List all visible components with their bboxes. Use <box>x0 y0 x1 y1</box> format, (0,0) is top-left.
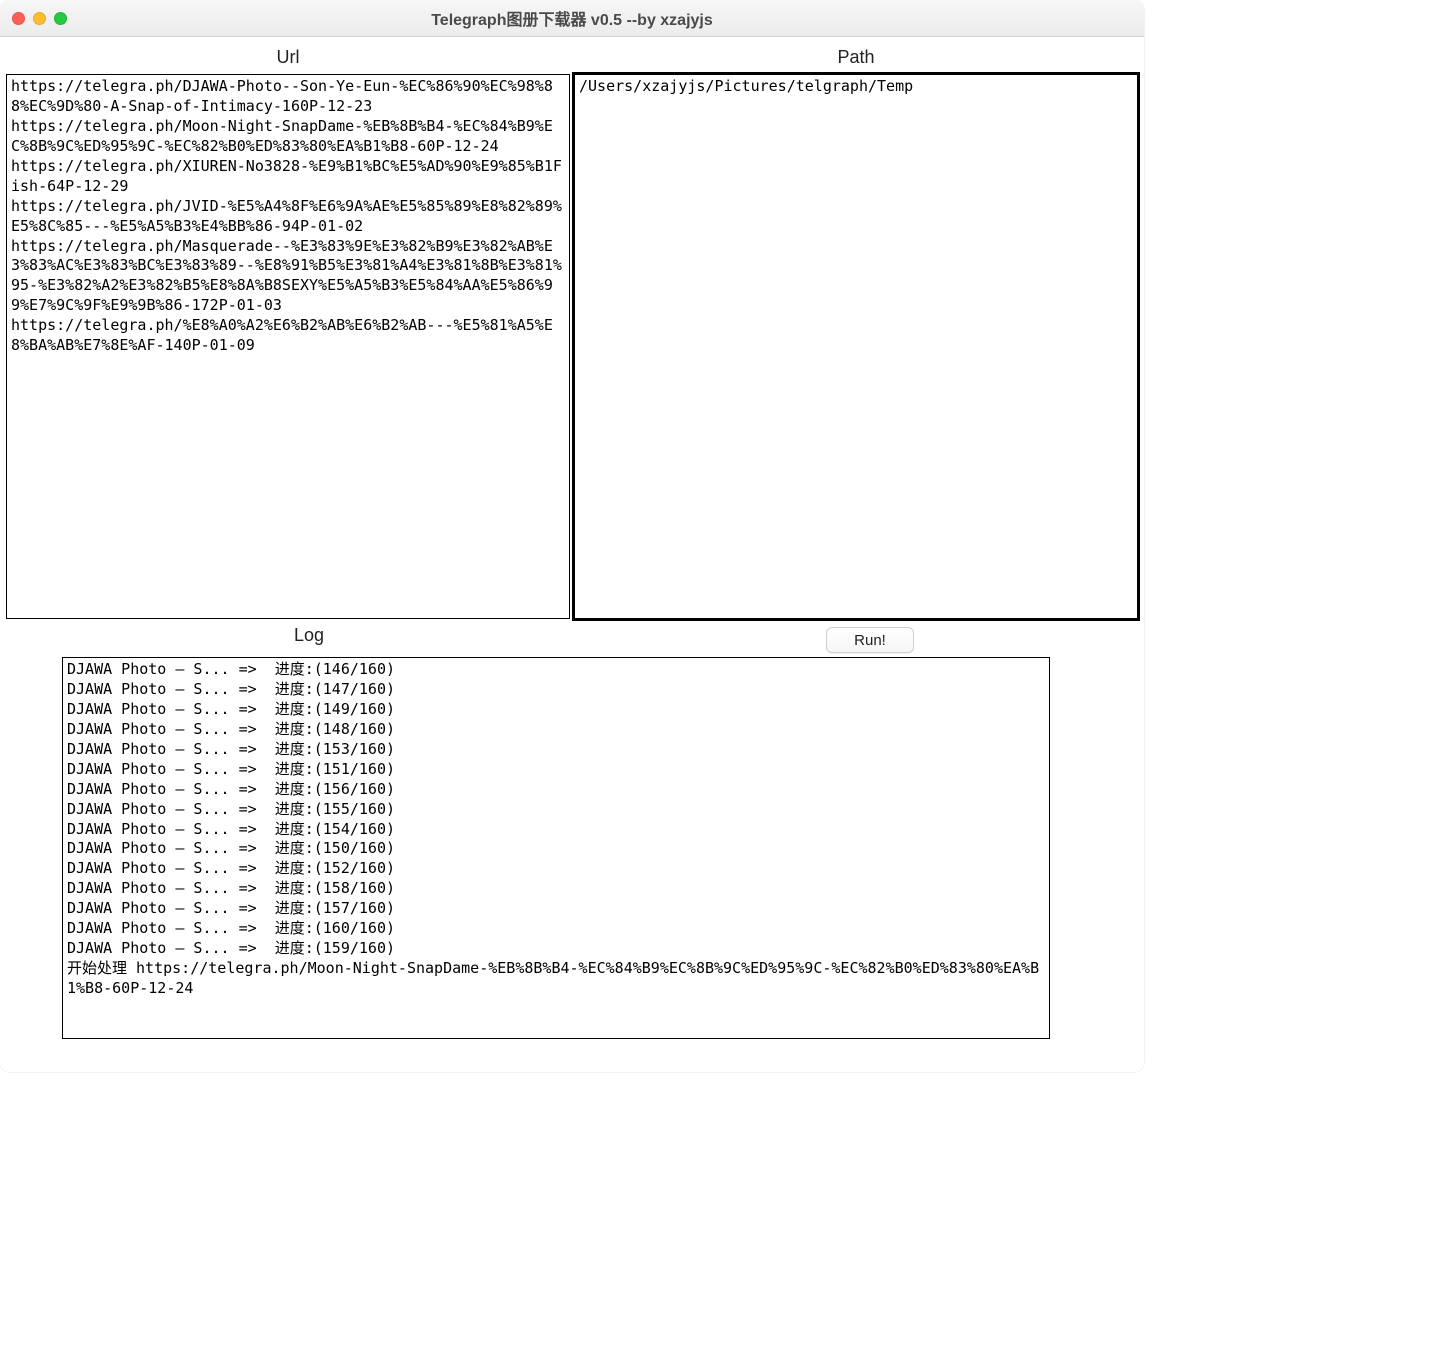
app-window: Telegraph图册下载器 v0.5 --by xzajyjs Url Pat… <box>0 0 1144 1072</box>
url-input[interactable] <box>6 74 570 619</box>
run-button[interactable]: Run! <box>826 627 914 653</box>
bottom-row: Log Run! <box>6 621 1138 653</box>
close-icon[interactable] <box>12 12 25 25</box>
run-section: Run! <box>602 621 1138 653</box>
window-title: Telegraph图册下载器 v0.5 --by xzajyjs <box>0 6 1144 30</box>
url-column: Url <box>6 43 570 619</box>
top-row: Url Path <box>6 43 1138 619</box>
log-section: Log <box>6 621 598 653</box>
titlebar: Telegraph图册下载器 v0.5 --by xzajyjs <box>0 0 1144 37</box>
path-input[interactable] <box>574 74 1138 619</box>
content-area: Url Path Log Run! DJAWA Photo – S... => … <box>0 37 1144 1045</box>
path-column: Path <box>574 43 1138 619</box>
log-wrapper: DJAWA Photo – S... => 进度:(146/160) DJAWA… <box>6 657 1138 1039</box>
minimize-icon[interactable] <box>33 12 46 25</box>
log-output: DJAWA Photo – S... => 进度:(146/160) DJAWA… <box>62 657 1050 1039</box>
url-label: Url <box>6 43 570 74</box>
path-label: Path <box>574 43 1138 74</box>
traffic-lights <box>0 12 67 25</box>
log-label: Log <box>62 621 556 652</box>
maximize-icon[interactable] <box>54 12 67 25</box>
